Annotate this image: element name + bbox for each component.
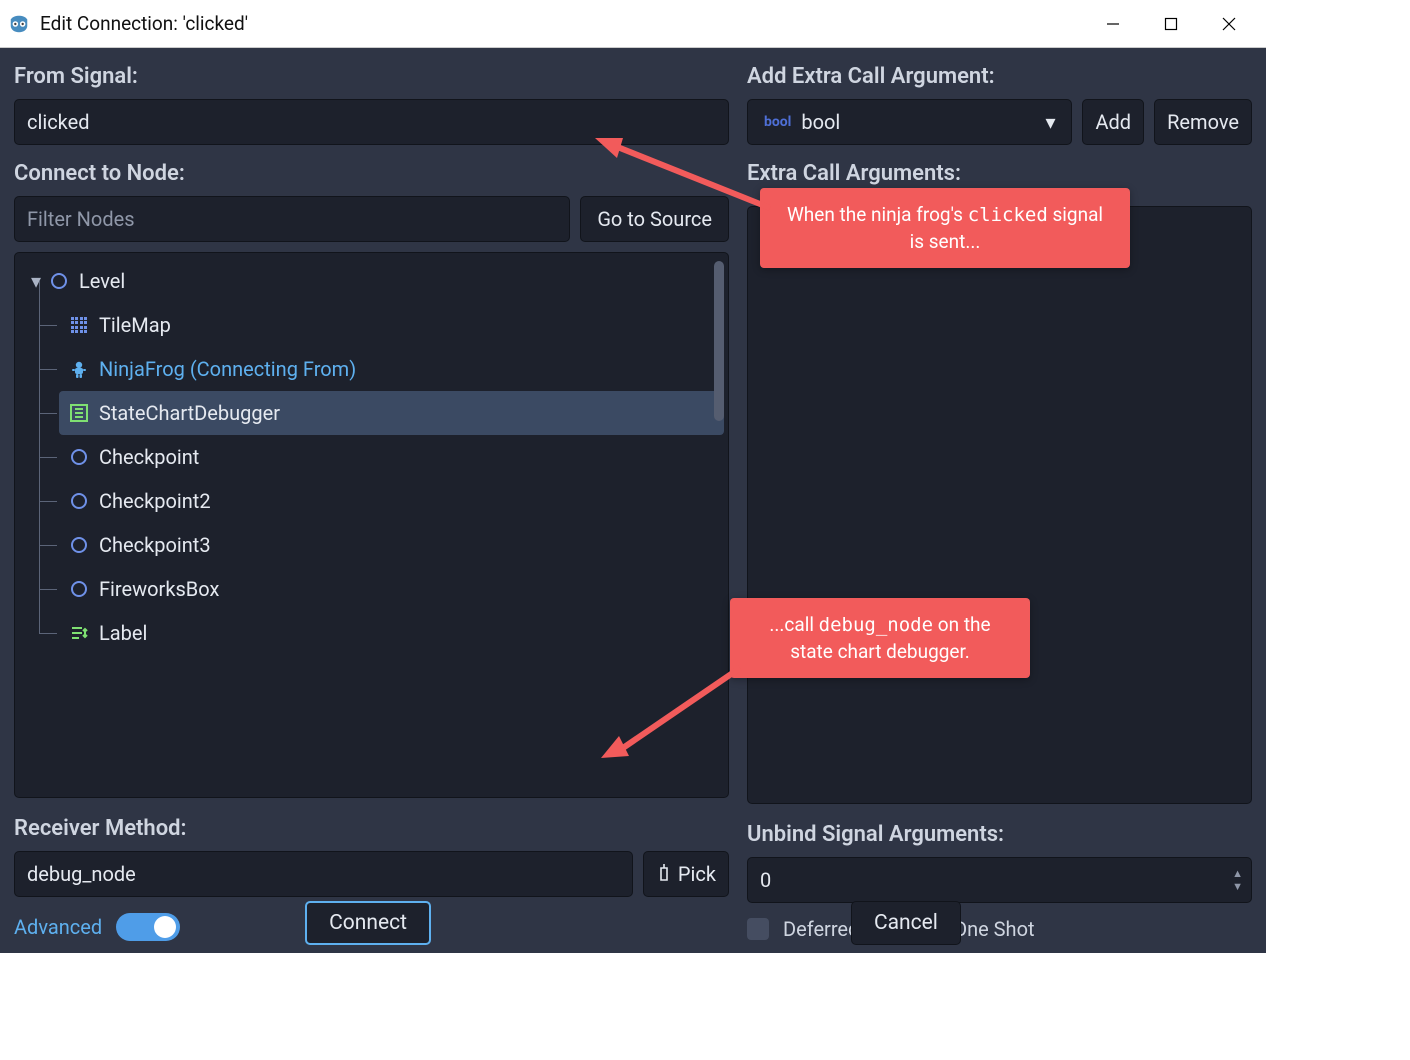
tree-item-ninjafrog[interactable]: NinjaFrog (Connecting From) bbox=[19, 347, 724, 391]
tree-item-label: Label bbox=[99, 621, 147, 645]
cancel-button[interactable]: Cancel bbox=[851, 901, 961, 945]
add-arg-button[interactable]: Add bbox=[1082, 99, 1144, 145]
tilemap-icon bbox=[67, 313, 91, 337]
tree-item-label: FireworksBox bbox=[99, 577, 219, 601]
unbind-label: Unbind Signal Arguments: bbox=[747, 822, 1252, 847]
close-button[interactable] bbox=[1200, 0, 1258, 48]
tree-item-tilemap[interactable]: TileMap bbox=[19, 303, 724, 347]
tree-item-label: NinjaFrog (Connecting From) bbox=[99, 357, 356, 381]
unbind-value: 0 bbox=[760, 868, 771, 892]
from-signal-label: From Signal: bbox=[14, 64, 729, 89]
filter-placeholder-text: Filter Nodes bbox=[27, 207, 135, 231]
node-tree[interactable]: ▾ Level TileMap bbox=[14, 252, 729, 798]
goto-source-button[interactable]: Go to Source bbox=[580, 196, 729, 242]
character-icon bbox=[67, 357, 91, 381]
maximize-button[interactable] bbox=[1142, 0, 1200, 48]
extra-args-list[interactable] bbox=[747, 206, 1252, 804]
tree-item-checkpoint2[interactable]: Checkpoint2 bbox=[19, 479, 724, 523]
tree-item-label: Checkpoint bbox=[99, 445, 199, 469]
bool-type-icon: bool bbox=[764, 114, 791, 130]
tree-root-label: Level bbox=[79, 269, 125, 293]
chevron-down-icon: ▾ bbox=[1045, 110, 1055, 134]
titlebar: Edit Connection: 'clicked' bbox=[0, 0, 1266, 48]
arg-type-value: bool bbox=[801, 110, 840, 134]
node2d-icon bbox=[67, 577, 91, 601]
tree-item-checkpoint3[interactable]: Checkpoint3 bbox=[19, 523, 724, 567]
add-extra-arg-label: Add Extra Call Argument: bbox=[747, 64, 1252, 89]
tree-item-label: TileMap bbox=[99, 313, 171, 337]
spinner-arrows-icon[interactable]: ▲▼ bbox=[1232, 867, 1243, 893]
godot-icon bbox=[8, 13, 30, 35]
extra-args-label: Extra Call Arguments: bbox=[747, 161, 1252, 186]
unbind-spinner[interactable]: 0 ▲▼ bbox=[747, 857, 1252, 903]
tree-item-checkpoint[interactable]: Checkpoint bbox=[19, 435, 724, 479]
connect-button[interactable]: Connect bbox=[305, 901, 431, 945]
from-signal-field[interactable]: clicked bbox=[14, 99, 729, 145]
window-title: Edit Connection: 'clicked' bbox=[40, 12, 248, 35]
filter-nodes-input[interactable]: Filter Nodes bbox=[14, 196, 570, 242]
node2d-icon bbox=[67, 489, 91, 513]
node2d-icon bbox=[47, 269, 71, 293]
tree-item-statechartdebugger[interactable]: StateChartDebugger bbox=[59, 391, 724, 435]
connect-to-node-label: Connect to Node: bbox=[14, 161, 729, 186]
tree-item-label-node[interactable]: Label bbox=[19, 611, 724, 655]
pick-label: Pick bbox=[678, 862, 716, 886]
tree-item-label: StateChartDebugger bbox=[99, 401, 280, 425]
statechart-icon bbox=[67, 401, 91, 425]
arg-type-select[interactable]: bool bool ▾ bbox=[747, 99, 1072, 145]
scrollbar[interactable] bbox=[714, 261, 724, 421]
chevron-down-icon[interactable]: ▾ bbox=[27, 269, 45, 293]
tree-item-label: Checkpoint2 bbox=[99, 489, 211, 513]
label-icon bbox=[67, 621, 91, 645]
minimize-button[interactable] bbox=[1084, 0, 1142, 48]
tree-item-label: Checkpoint3 bbox=[99, 533, 211, 557]
tree-root[interactable]: ▾ Level bbox=[19, 259, 724, 303]
receiver-method-label: Receiver Method: bbox=[14, 816, 729, 841]
eyedropper-icon bbox=[656, 862, 672, 887]
node2d-icon bbox=[67, 445, 91, 469]
tree-item-fireworksbox[interactable]: FireworksBox bbox=[19, 567, 724, 611]
node2d-icon bbox=[67, 533, 91, 557]
pick-button[interactable]: Pick bbox=[643, 851, 729, 897]
receiver-method-input[interactable]: debug_node bbox=[14, 851, 633, 897]
remove-arg-button[interactable]: Remove bbox=[1154, 99, 1252, 145]
